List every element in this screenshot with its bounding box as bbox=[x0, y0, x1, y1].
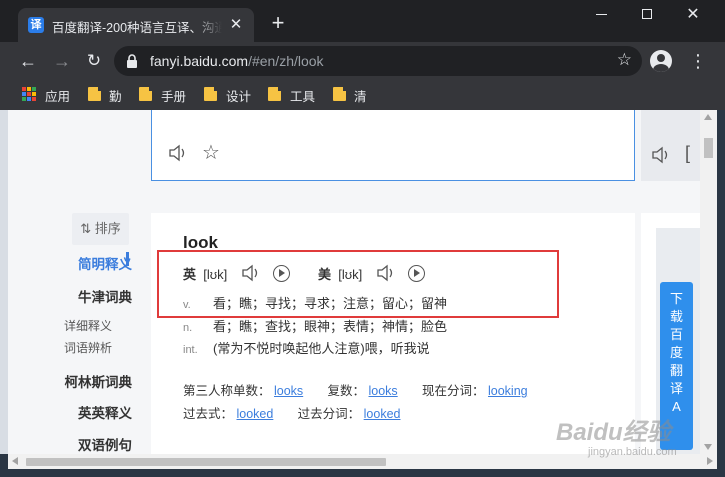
plural-label: 复数： bbox=[327, 384, 366, 398]
speaker-icon[interactable] bbox=[651, 146, 671, 164]
active-indicator bbox=[126, 252, 129, 266]
maximize-icon bbox=[642, 9, 652, 19]
past-participle-label: 过去分词： bbox=[297, 407, 361, 421]
bookmark-folder-icon bbox=[139, 87, 153, 101]
present-participle-label: 现在分词： bbox=[422, 384, 485, 398]
sidebar-item-concise[interactable]: 简明释义 bbox=[78, 253, 132, 273]
tab-close-icon[interactable]: ✕ bbox=[228, 17, 244, 33]
bookmark-folder-icon bbox=[88, 87, 102, 101]
vertical-scrollbar[interactable] bbox=[700, 110, 717, 454]
sidebar-subitem-detail[interactable]: 详细释义 bbox=[64, 317, 112, 334]
bookmark-folder-icon bbox=[333, 87, 347, 101]
lock-icon bbox=[127, 54, 137, 68]
third-person-label: 第三人称单数： bbox=[183, 384, 271, 398]
bookmark-folder-1[interactable]: 手册 bbox=[161, 86, 186, 105]
past-participle-link[interactable]: looked bbox=[364, 407, 401, 421]
sidebar-item-oxford[interactable]: 牛津词典 bbox=[78, 286, 132, 306]
apps-grid-icon[interactable] bbox=[22, 87, 36, 101]
close-icon: ✕ bbox=[686, 6, 700, 23]
tab-title: 百度翻译-200种语言互译、沟通全世界！ bbox=[52, 17, 222, 35]
page-left-edge bbox=[0, 110, 8, 454]
bookmark-folder-0[interactable]: 勤 bbox=[109, 86, 122, 105]
past-tense-link[interactable]: looked bbox=[237, 407, 274, 421]
window-right-edge bbox=[717, 110, 725, 469]
watermark-url: jingyan.baidu.com bbox=[588, 446, 677, 458]
scroll-right-arrow-icon[interactable] bbox=[707, 457, 713, 465]
back-arrow-icon[interactable]: ← bbox=[16, 49, 40, 73]
bookmark-folder-icon bbox=[204, 87, 218, 101]
window-left-edge bbox=[0, 454, 8, 469]
window-close-button[interactable]: ✕ bbox=[670, 0, 716, 30]
bookmark-star-icon[interactable]: ☆ bbox=[617, 50, 632, 70]
sidebar-subitem-discrimination[interactable]: 词语辨析 bbox=[64, 339, 112, 356]
scroll-up-arrow-icon[interactable] bbox=[704, 114, 712, 120]
profile-avatar-icon[interactable] bbox=[650, 50, 672, 72]
speaker-icon[interactable] bbox=[168, 144, 188, 162]
address-bar[interactable]: fanyi.baidu.com/#en/zh/look ☆ bbox=[114, 46, 642, 76]
vertical-scroll-thumb[interactable] bbox=[704, 138, 713, 158]
forward-arrow-icon[interactable]: → bbox=[50, 49, 74, 73]
baidu-fanyi-favicon-icon: 译 bbox=[28, 17, 44, 33]
favorite-star-icon[interactable]: ☆ bbox=[202, 143, 220, 163]
past-tense-label: 过去式： bbox=[183, 407, 234, 421]
sidebar-item-english-english[interactable]: 英英释义 bbox=[78, 402, 132, 422]
browser-window: 译 百度翻译-200种语言互译、沟通全世界！ ✕ + ✕ ← → ↻ fanyi… bbox=[0, 0, 725, 477]
bookmarks-bar: 应用 勤 手册 设计 工具 清 bbox=[0, 80, 725, 110]
url-path: /#en/zh/look bbox=[248, 53, 324, 69]
more-menu-icon[interactable]: ⋮ bbox=[686, 49, 710, 73]
present-participle-link[interactable]: looking bbox=[488, 384, 528, 398]
window-maximize-button[interactable] bbox=[624, 0, 670, 30]
definition-text: 看；瞧；查找；眼神；表情；神情；脸色 bbox=[213, 319, 448, 334]
sort-button[interactable]: ⇅ 排序 bbox=[72, 213, 129, 245]
definition-text: (常为不悦时唤起他人注意)喂，听我说 bbox=[213, 341, 430, 356]
new-tab-plus-icon[interactable]: + bbox=[266, 12, 290, 36]
tab-strip: 译 百度翻译-200种语言互译、沟通全世界！ ✕ + ✕ bbox=[0, 0, 725, 42]
scroll-left-arrow-icon[interactable] bbox=[12, 457, 18, 465]
word-forms-row-1: 第三人称单数： looks 复数： looks 现在分词： looking bbox=[183, 380, 528, 399]
sidebar-item-bilingual-examples[interactable]: 双语例句 bbox=[78, 434, 132, 454]
tab-baidu-fanyi[interactable]: 译 百度翻译-200种语言互译、沟通全世界！ ✕ bbox=[18, 8, 254, 42]
word-forms-row-2: 过去式： looked 过去分词： looked bbox=[183, 403, 401, 422]
highlight-annotation-box bbox=[157, 250, 559, 318]
window-bottom-edge bbox=[0, 469, 725, 477]
copy-icon[interactable]: [ bbox=[685, 143, 690, 164]
third-person-link[interactable]: looks bbox=[274, 384, 303, 398]
bookmark-folder-3[interactable]: 工具 bbox=[290, 86, 315, 105]
definition-row: n. 看；瞧；查找；眼神；表情；神情；脸色 bbox=[183, 316, 447, 335]
part-of-speech: int. bbox=[183, 344, 198, 356]
reload-icon[interactable]: ↻ bbox=[82, 49, 106, 73]
url-text: fanyi.baidu.com/#en/zh/look bbox=[150, 53, 324, 69]
bookmark-folder-2[interactable]: 设计 bbox=[226, 86, 251, 105]
plural-link[interactable]: looks bbox=[369, 384, 398, 398]
url-host: fanyi.baidu.com bbox=[150, 53, 249, 69]
definition-row: int. (常为不悦时唤起他人注意)喂，听我说 bbox=[183, 338, 430, 357]
window-minimize-button[interactable] bbox=[578, 0, 624, 30]
sidebar-item-collins[interactable]: 柯林斯词典 bbox=[65, 371, 133, 391]
bookmark-folder-4[interactable]: 清 bbox=[354, 86, 367, 105]
result-box-edge: [ bbox=[641, 110, 700, 181]
part-of-speech: n. bbox=[183, 322, 193, 334]
bookmark-folder-icon bbox=[268, 87, 282, 101]
minimize-icon bbox=[596, 14, 607, 15]
scroll-down-arrow-icon[interactable] bbox=[704, 444, 712, 450]
bookmark-apps[interactable]: 应用 bbox=[45, 86, 70, 104]
translation-input-box[interactable]: ☆ bbox=[151, 110, 635, 181]
horizontal-scroll-thumb[interactable] bbox=[26, 458, 386, 466]
browser-toolbar: ← → ↻ fanyi.baidu.com/#en/zh/look ☆ ⋮ bbox=[0, 42, 725, 80]
